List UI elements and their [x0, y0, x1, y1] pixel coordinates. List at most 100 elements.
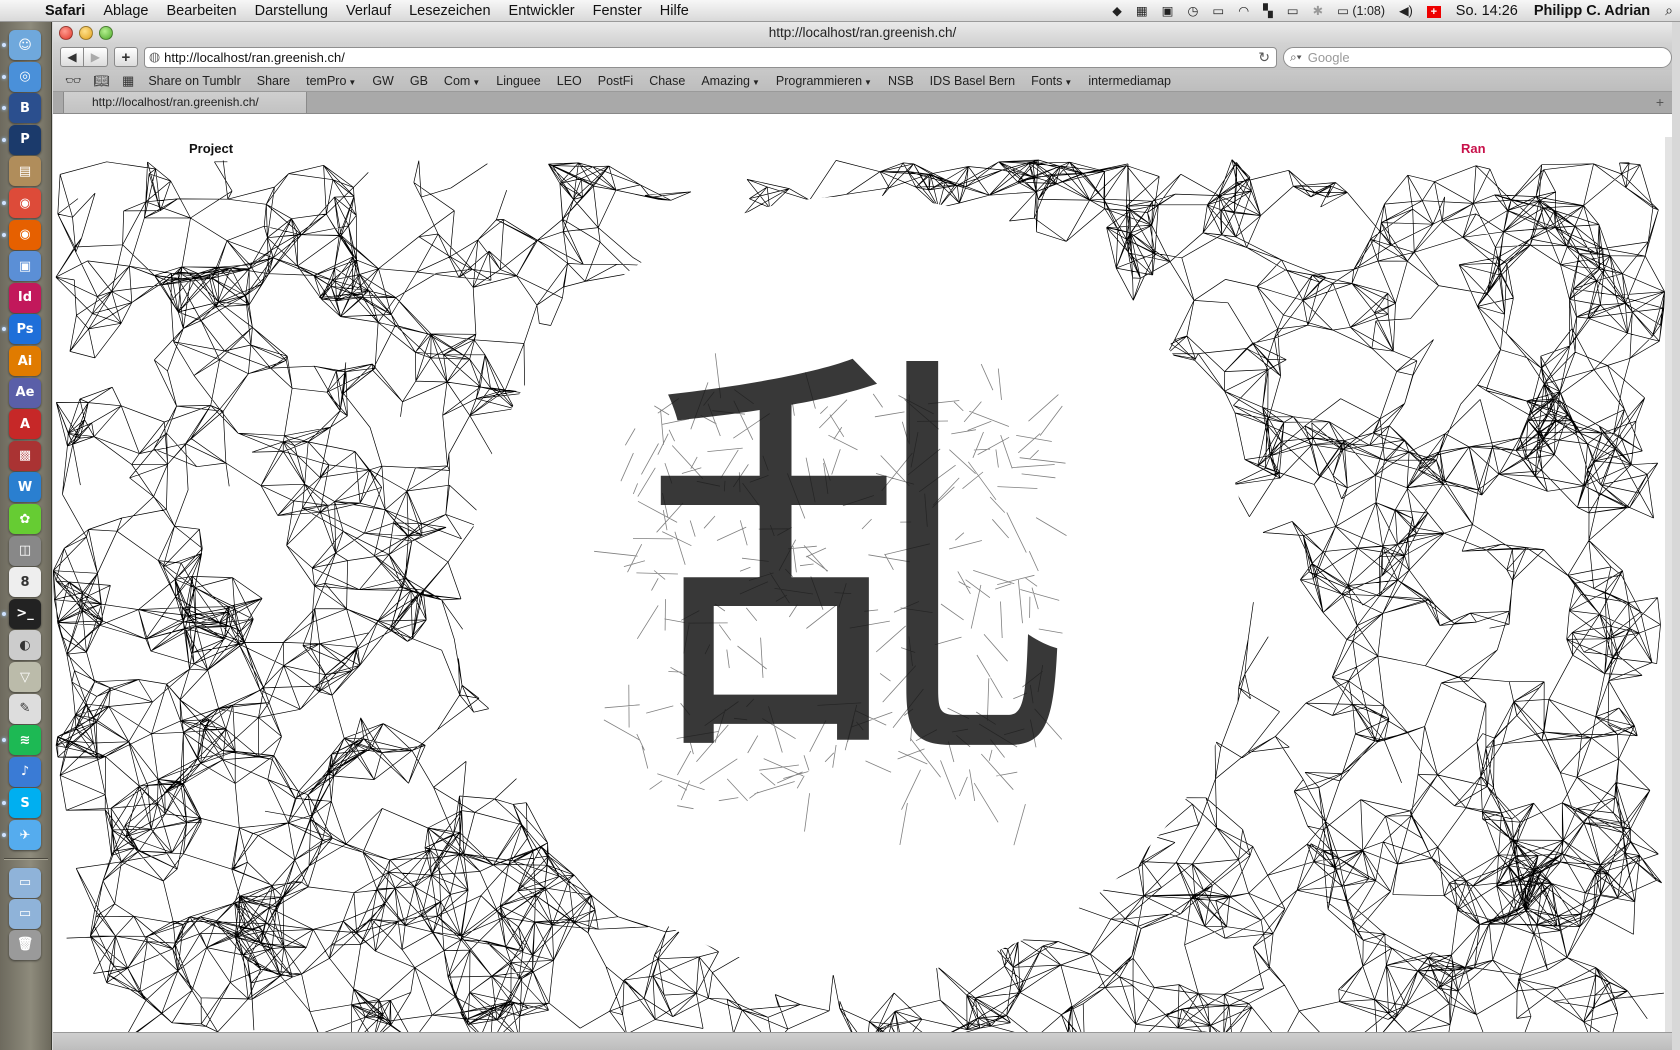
bookmark-chase[interactable]: Chase	[641, 74, 693, 88]
menu-entwickler[interactable]: Entwickler	[500, 3, 584, 19]
ftp-icon[interactable]: ▽	[9, 662, 41, 692]
bookmark-com[interactable]: Com ▼	[436, 74, 488, 88]
close-window-icon[interactable]	[59, 26, 73, 40]
menu-user[interactable]: Philipp C. Adrian	[1526, 3, 1658, 19]
folder-icon[interactable]: ▭	[9, 898, 41, 929]
wifi-icon[interactable]: ◠	[1231, 3, 1256, 18]
nav-ran-link[interactable]: Ran	[1461, 141, 1486, 156]
truck-icon[interactable]: ▣	[1155, 3, 1181, 18]
bookmark-amazing[interactable]: Amazing ▼	[693, 74, 768, 88]
battery-icon[interactable]: ▭ (1:08)	[1330, 3, 1392, 18]
top-sites-icon[interactable]: ▦	[116, 73, 140, 89]
bookmark-ids-basel-bern[interactable]: IDS Basel Bern	[922, 74, 1023, 88]
minimize-window-icon[interactable]	[79, 26, 93, 40]
bookmarks-bar: 👓︎ 📖︎ ▦ Share on Tumblr Share temPro ▼ GW GB C…	[53, 70, 1672, 92]
time-machine-icon[interactable]: ◷	[1180, 3, 1205, 18]
bookmark-linguee[interactable]: Linguee	[488, 74, 549, 88]
display-icon[interactable]: ▭	[1280, 3, 1306, 18]
new-tab-icon[interactable]: +	[1656, 94, 1664, 110]
volume-icon[interactable]: ◀)	[1392, 3, 1420, 18]
title-bar: http://localhost/ran.greenish.ch/	[53, 22, 1672, 44]
status-bar	[53, 1032, 1672, 1050]
calendar-icon[interactable]: 8	[9, 567, 41, 598]
zoom-window-icon[interactable]	[99, 26, 113, 40]
dropdown-caret-icon: ▼	[751, 77, 760, 87]
bookmark-nsb[interactable]: NSB	[880, 74, 922, 88]
menu-hilfe[interactable]: Hilfe	[651, 3, 698, 19]
bookmark-tempro[interactable]: temPro ▼	[298, 74, 364, 88]
reading-list-icon[interactable]: 👓︎	[59, 73, 88, 89]
dropbox-icon[interactable]: ◆	[1105, 3, 1129, 18]
bookmark-leo[interactable]: LEO	[549, 74, 590, 88]
bookmark-gw[interactable]: GW	[364, 74, 402, 88]
bookmark-intermediamap[interactable]: intermediamap	[1080, 74, 1179, 88]
spotlight-icon[interactable]: ⌕	[1658, 2, 1680, 19]
bluetooth-icon[interactable]: ✱	[1306, 3, 1330, 18]
reload-icon[interactable]: ↻	[1258, 49, 1270, 66]
twitter-icon[interactable]: ✈	[9, 820, 41, 850]
chrome-icon[interactable]: ◉	[9, 188, 41, 218]
forward-button[interactable]: ▶	[83, 47, 108, 67]
indesign-icon[interactable]: Id	[9, 282, 41, 313]
bookmark-fonts[interactable]: Fonts ▼	[1023, 74, 1080, 88]
stack-icon[interactable]: ▤	[9, 156, 41, 187]
menu-bearbeiten[interactable]: Bearbeiten	[157, 3, 245, 19]
growl-icon[interactable]: ✿	[9, 504, 41, 534]
search-field[interactable]: ⌕▾ Google	[1282, 46, 1672, 68]
bookmark-programmieren[interactable]: Programmieren ▼	[768, 74, 880, 88]
folder-icon[interactable]: ▭	[9, 867, 41, 898]
dock: ☺ ◎ B P ▤ ◉ ◉ ▣ Id Ps Ai Ae A ▩ W ✿ ◫ 8 >_ ◐ ▽ ✎ ≋ ♪ S ✈ ▭ ▭ 🗑︎	[0, 22, 52, 1050]
toolbox-icon[interactable]: ▩	[9, 440, 41, 471]
memory-icon[interactable]: ▭	[1205, 3, 1231, 18]
finder-icon[interactable]: ☺	[9, 30, 41, 60]
terminal-icon[interactable]: >_	[9, 598, 41, 629]
menu-darstellung[interactable]: Darstellung	[246, 3, 337, 19]
tab-active[interactable]: http://localhost/ran.greenish.ch/	[63, 92, 307, 114]
skype-icon[interactable]: S	[9, 788, 41, 819]
textedit-icon[interactable]: ✎	[9, 693, 41, 724]
address-bar[interactable]: ◍ http://localhost/ran.greenish.ch/ ↻	[143, 46, 1277, 68]
dock-separator	[4, 857, 48, 860]
swiss-flag-icon[interactable]: +	[1420, 4, 1448, 18]
bookmark-label: GW	[372, 73, 394, 88]
menu-clock[interactable]: So. 14:26	[1448, 3, 1526, 19]
bookmark-label: Share	[256, 73, 291, 88]
add-bookmark-button[interactable]: +	[113, 47, 138, 67]
menu-verlauf[interactable]: Verlauf	[337, 3, 400, 19]
menu-fenster[interactable]: Fenster	[584, 3, 651, 19]
bookmarks-book-icon[interactable]: 📖︎	[88, 73, 117, 89]
safari-icon[interactable]: ◎	[9, 61, 41, 92]
bookmark-postfi[interactable]: PostFi	[590, 74, 641, 88]
illustrator-icon[interactable]: Ai	[9, 346, 41, 376]
photoshop-icon[interactable]: Ps	[9, 314, 41, 345]
spotify-icon[interactable]: ≋	[9, 725, 41, 756]
tab-title: http://localhost/ran.greenish.ch/	[92, 95, 259, 109]
film-icon[interactable]: ▦	[1129, 3, 1155, 18]
acrobat-icon[interactable]: A	[9, 409, 41, 440]
search-placeholder: Google	[1307, 49, 1350, 65]
bookmark-label: Amazing	[701, 73, 750, 88]
nav-project-link[interactable]: Project	[189, 141, 233, 156]
dropdown-caret-icon: ▼	[1064, 77, 1073, 87]
battery-time: (1:08)	[1352, 4, 1386, 18]
itunes-icon[interactable]: ♪	[9, 756, 41, 787]
aftereffects-icon[interactable]: Ae	[9, 377, 41, 408]
disk-icon[interactable]: ◐	[9, 630, 41, 661]
menu-app-safari[interactable]: Safari	[36, 3, 94, 19]
bookmark-label: intermediamap	[1088, 73, 1172, 88]
pagico-icon[interactable]: P	[9, 124, 41, 155]
preview-icon[interactable]: ▣	[9, 251, 41, 282]
wunderlist-icon[interactable]: W	[9, 472, 41, 503]
bookmark-share[interactable]: Share	[249, 74, 298, 88]
grid-icon[interactable]: ▚	[1256, 3, 1280, 18]
menu-lesezeichen[interactable]: Lesezeichen	[400, 3, 499, 19]
photo-icon[interactable]: ◫	[9, 535, 41, 566]
trash-icon[interactable]: 🗑︎	[9, 929, 41, 960]
menu-ablage[interactable]: Ablage	[94, 3, 157, 19]
bookmark-share-on-tumblr[interactable]: Share on Tumblr	[140, 74, 248, 88]
firefox-icon[interactable]: ◉	[9, 219, 41, 250]
bookmark-gb[interactable]: GB	[402, 74, 436, 88]
bbedit-icon[interactable]: B	[9, 93, 41, 124]
bookmark-label: IDS Basel Bern	[929, 73, 1016, 88]
back-button[interactable]: ◀	[60, 47, 84, 67]
